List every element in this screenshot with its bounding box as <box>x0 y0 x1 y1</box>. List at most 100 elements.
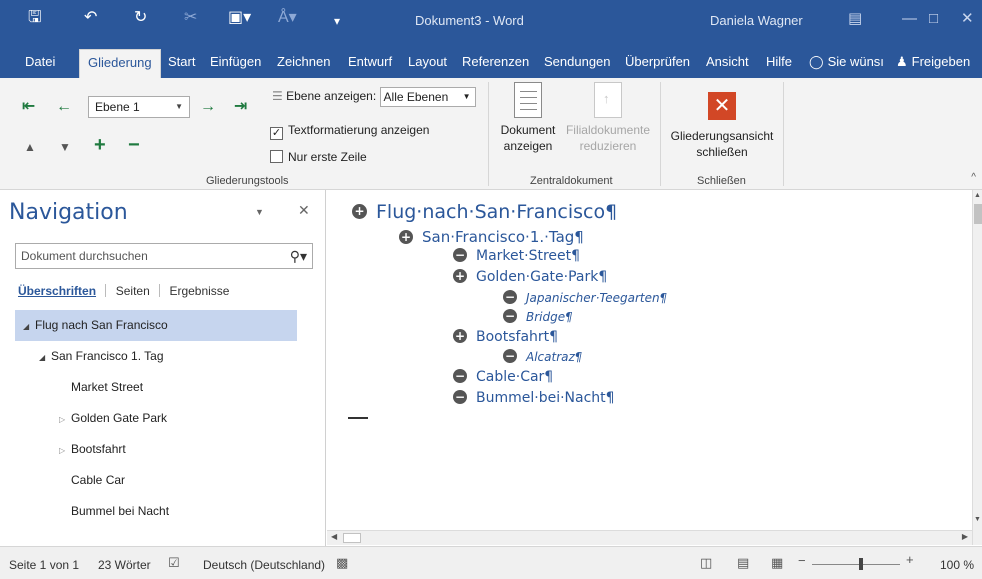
tab-ansicht[interactable]: Ansicht <box>706 53 749 71</box>
no-subtext-minus-icon[interactable]: − <box>503 349 517 363</box>
ribbon-display-options-icon[interactable]: ▤ <box>848 10 862 28</box>
promote-to-heading1-icon[interactable]: ⇤ <box>22 98 35 116</box>
tab-sendungen[interactable]: Sendungen <box>544 53 611 71</box>
expand-plus-icon[interactable]: + <box>453 269 467 283</box>
expand-plus-icon[interactable]: + <box>399 230 413 244</box>
move-up-icon[interactable]: ▲ <box>24 140 36 154</box>
outline-paragraph[interactable]: − Japanischer·Teegarten¶ <box>503 290 667 305</box>
page-count[interactable]: Seite 1 von 1 <box>9 558 79 572</box>
nav-heading-item[interactable]: ◢ Flug nach San Francisco <box>15 310 297 341</box>
user-name[interactable]: Daniela Wagner <box>710 13 803 28</box>
subdocument-icon: ↑ <box>594 82 622 118</box>
nav-heading-item[interactable]: Market Street <box>15 372 297 403</box>
outline-level-select[interactable]: Ebene 1 ▼ <box>88 96 190 118</box>
first-line-only-checkbox[interactable]: Nur erste Zeile <box>270 149 367 165</box>
show-document-button[interactable]: Dokument anzeigen <box>496 82 560 154</box>
expanded-triangle-icon[interactable]: ◢ <box>23 311 35 342</box>
collapse-icon[interactable]: − <box>128 135 140 155</box>
zoom-slider[interactable] <box>812 564 900 565</box>
macro-recording-icon[interactable]: ▩ <box>336 555 348 571</box>
customize-icon[interactable]: ▾ <box>334 11 340 31</box>
outline-paragraph[interactable]: − Alcatraz¶ <box>503 349 582 364</box>
scroll-thumb[interactable] <box>343 533 361 543</box>
outline-paragraph[interactable]: − Cable·Car¶ <box>453 369 553 385</box>
show-text-formatting-checkbox[interactable]: ✓ Textformatierung anzeigen <box>270 122 429 140</box>
demote-to-body-icon[interactable]: ⇥ <box>234 98 247 116</box>
close-icon[interactable]: ✕ <box>298 202 310 219</box>
no-subtext-minus-icon[interactable]: − <box>503 290 517 304</box>
nav-heading-item[interactable]: Bummel bei Nacht <box>15 496 297 527</box>
tab-layout[interactable]: Layout <box>408 53 447 71</box>
web-layout-icon[interactable]: ▦ <box>771 555 783 571</box>
no-subtext-minus-icon[interactable]: − <box>453 369 467 383</box>
tab-datei[interactable]: Datei <box>25 53 55 71</box>
word-count[interactable]: 23 Wörter <box>98 558 151 572</box>
proofing-icon[interactable]: ☑ <box>168 555 180 571</box>
read-mode-icon[interactable]: ◫ <box>700 555 712 571</box>
collapse-ribbon-icon[interactable]: ^ <box>971 172 976 183</box>
no-subtext-minus-icon[interactable]: − <box>503 309 517 323</box>
tab-pages[interactable]: Seiten <box>116 284 150 298</box>
search-input[interactable]: Dokument durchsuchen ⚲▾ <box>15 243 313 269</box>
save-icon[interactable]: 🖫 <box>28 8 42 28</box>
demote-icon[interactable]: → <box>200 98 216 116</box>
outline-paragraph[interactable]: − Bummel·bei·Nacht¶ <box>453 390 615 406</box>
save-to-device-icon[interactable]: ▣▾ <box>228 8 251 28</box>
no-subtext-minus-icon[interactable]: − <box>453 390 467 404</box>
move-down-icon[interactable]: ▼ <box>59 140 71 154</box>
scroll-up-icon[interactable]: ▲ <box>974 192 981 199</box>
collapsed-triangle-icon[interactable]: ▷ <box>59 435 71 466</box>
zoom-out-icon[interactable]: − <box>798 553 806 568</box>
chevron-down-icon[interactable]: ▼ <box>255 207 264 217</box>
expand-plus-icon[interactable]: + <box>352 204 367 219</box>
nav-heading-item[interactable]: Cable Car <box>15 465 297 496</box>
outline-paragraph[interactable]: + San·Francisco·1.·Tag¶ <box>399 228 584 246</box>
tell-me-box[interactable]: ◯ Sie wünsı <box>809 53 884 71</box>
close-outline-view-button[interactable]: ✕ Gliederungsansicht schließen <box>666 92 778 160</box>
tab-headings[interactable]: Überschriften <box>18 284 96 298</box>
tab-hilfe[interactable]: Hilfe <box>766 53 792 71</box>
scroll-right-icon[interactable]: ▶ <box>962 532 968 541</box>
tab-einfuegen[interactable]: Einfügen <box>210 53 261 71</box>
outline-paragraph[interactable]: + Flug·nach·San·Francisco¶ <box>352 201 617 223</box>
tab-ueberpruefen[interactable]: Überprüfen <box>625 53 690 71</box>
share-button[interactable]: ♟ Freigeben <box>896 53 970 71</box>
outline-paragraph[interactable]: − Market·Street¶ <box>453 248 580 264</box>
collapsed-triangle-icon[interactable]: ▷ <box>59 404 71 435</box>
expand-icon[interactable]: + <box>94 135 106 155</box>
maximize-icon[interactable]: □ <box>929 10 938 28</box>
tab-referenzen[interactable]: Referenzen <box>462 53 529 71</box>
scroll-left-icon[interactable]: ◀ <box>331 532 337 541</box>
nav-heading-item[interactable]: ◢ San Francisco 1. Tag <box>15 341 297 372</box>
tab-zeichnen[interactable]: Zeichnen <box>277 53 330 71</box>
nav-heading-item[interactable]: ▷ Bootsfahrt <box>15 434 297 465</box>
zoom-in-icon[interactable]: + <box>906 552 914 567</box>
document-area[interactable]: + Flug·nach·San·Francisco¶ + San·Francisco·… <box>327 190 972 530</box>
outline-paragraph[interactable]: + Golden·Gate·Park¶ <box>453 269 607 285</box>
nav-heading-item[interactable]: ▷ Golden Gate Park <box>15 403 297 434</box>
minimize-icon[interactable]: — <box>902 10 917 28</box>
zoom-slider-thumb[interactable] <box>859 558 863 570</box>
promote-icon[interactable]: ← <box>56 98 72 116</box>
scroll-thumb[interactable] <box>974 204 982 224</box>
tab-entwurf[interactable]: Entwurf <box>348 53 392 71</box>
undo-icon[interactable]: ↶ <box>84 8 97 28</box>
search-icon[interactable]: ⚲▾ <box>290 244 307 268</box>
scroll-down-icon[interactable]: ▼ <box>974 516 981 523</box>
print-layout-icon[interactable]: ▤ <box>737 555 749 571</box>
tab-gliederung[interactable]: Gliederung <box>79 49 161 78</box>
vertical-scrollbar[interactable]: ▲ ▼ <box>972 190 982 545</box>
outline-paragraph[interactable]: + Bootsfahrt¶ <box>453 329 558 345</box>
language[interactable]: Deutsch (Deutschland) <box>203 558 325 572</box>
expanded-triangle-icon[interactable]: ◢ <box>39 342 51 373</box>
show-level-select[interactable]: Alle Ebenen ▼ <box>379 87 476 107</box>
outline-paragraph[interactable]: − Bridge¶ <box>503 309 573 324</box>
expand-plus-icon[interactable]: + <box>453 329 467 343</box>
close-window-icon[interactable]: ✕ <box>961 10 974 28</box>
zoom-level[interactable]: 100 % <box>940 558 974 572</box>
no-subtext-minus-icon[interactable]: − <box>453 248 467 262</box>
redo-icon[interactable]: ↻ <box>134 8 147 28</box>
horizontal-scrollbar[interactable]: ◀ ▶ <box>327 530 972 545</box>
tab-start[interactable]: Start <box>168 53 195 71</box>
tab-results[interactable]: Ergebnisse <box>169 284 229 298</box>
